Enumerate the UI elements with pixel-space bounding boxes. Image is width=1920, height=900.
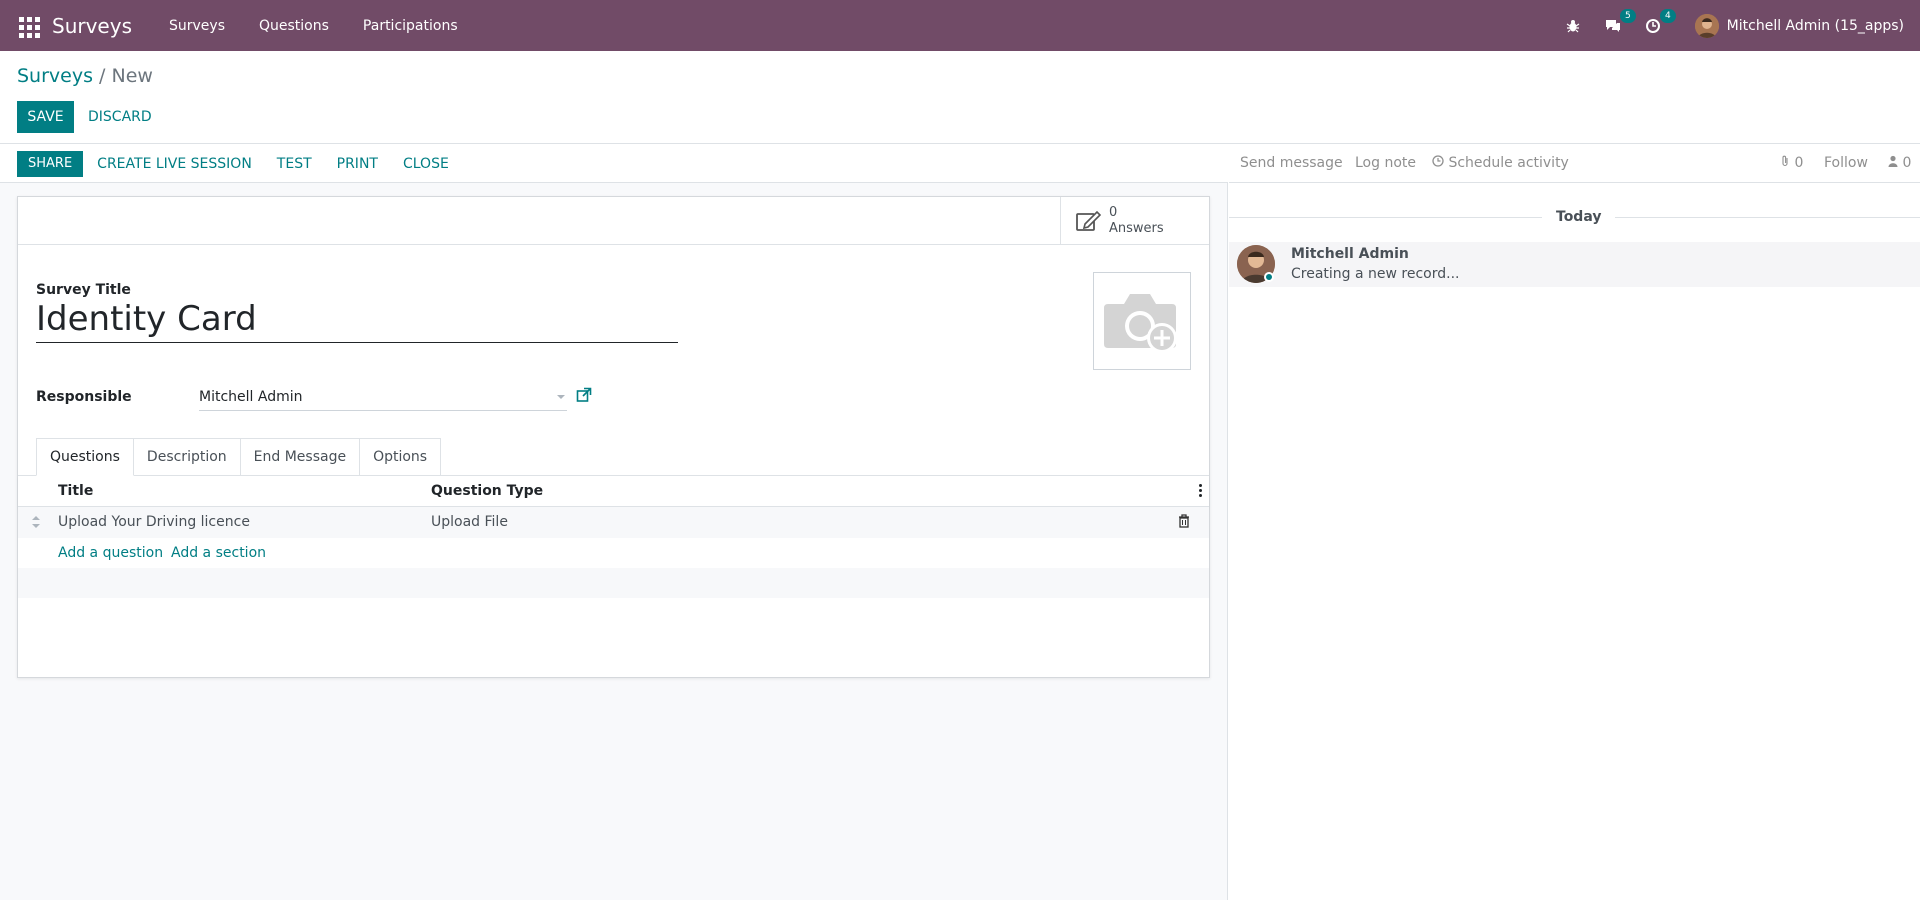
- form-sheet: 0 Answers Survey Title Identity Card Res…: [17, 196, 1210, 678]
- user-icon: [1888, 155, 1898, 167]
- date-separator-label: Today: [1542, 209, 1616, 225]
- question-type[interactable]: Upload File: [431, 514, 508, 530]
- optional-columns-icon[interactable]: [1199, 484, 1203, 497]
- user-avatar: [1694, 13, 1719, 38]
- send-message-button[interactable]: Send message: [1240, 155, 1343, 171]
- message-body: Creating a new record...: [1291, 266, 1460, 282]
- activities-clock-icon[interactable]: 4: [1644, 8, 1676, 35]
- chatter-message: Mitchell Admin Creating a new record...: [1229, 242, 1920, 287]
- create-live-session-button[interactable]: CREATE LIVE SESSION: [97, 156, 252, 172]
- discard-button[interactable]: DISCARD: [88, 109, 152, 125]
- activities-badge: 4: [1659, 8, 1676, 23]
- form-view: SHARE CREATE LIVE SESSION TEST PRINT CLO…: [0, 145, 1228, 900]
- drag-handle-icon[interactable]: [31, 516, 41, 528]
- breadcrumb-current: New: [111, 65, 153, 87]
- top-navbar: Surveys Surveys Questions Participations…: [0, 0, 1920, 51]
- table-row[interactable]: Upload Your Driving licence Upload File: [18, 507, 1209, 538]
- messages-badge: 5: [1619, 8, 1636, 23]
- answers-label: Answers: [1109, 221, 1164, 236]
- add-line-row: Add a question Add a section: [18, 538, 1209, 568]
- save-button[interactable]: SAVE: [17, 101, 74, 133]
- messages-icon[interactable]: 5: [1604, 8, 1636, 35]
- breadcrumb-separator: /: [99, 65, 106, 87]
- add-question-link[interactable]: Add a question: [58, 545, 163, 561]
- menu-participations[interactable]: Participations: [363, 18, 458, 34]
- apps-menu-icon[interactable]: [16, 14, 40, 38]
- followers-count: 0: [1902, 155, 1912, 171]
- tab-options[interactable]: Options: [360, 438, 442, 476]
- edit-icon: [1076, 210, 1101, 231]
- close-button[interactable]: CLOSE: [403, 156, 449, 172]
- notebook-tabs: Questions Description End Message Option…: [36, 438, 442, 476]
- schedule-activity-button[interactable]: Schedule activity: [1432, 155, 1569, 171]
- tab-questions[interactable]: Questions: [36, 438, 134, 476]
- image-upload[interactable]: [1093, 272, 1191, 370]
- debug-bug-icon[interactable]: [1564, 17, 1582, 35]
- column-question-type[interactable]: Question Type: [431, 483, 543, 499]
- column-title[interactable]: Title: [58, 483, 93, 499]
- responsible-label: Responsible: [36, 389, 132, 405]
- clock-icon: [1432, 155, 1444, 167]
- breadcrumb: Surveys / New: [17, 65, 153, 87]
- question-title[interactable]: Upload Your Driving licence: [58, 514, 250, 530]
- breadcrumb-surveys-link[interactable]: Surveys: [17, 65, 93, 87]
- print-button[interactable]: PRINT: [337, 156, 378, 172]
- answers-stat-button[interactable]: 0 Answers: [1060, 197, 1209, 245]
- smart-button-box: 0 Answers: [18, 197, 1209, 245]
- share-button[interactable]: SHARE: [17, 150, 84, 177]
- responsible-value: Mitchell Admin: [199, 389, 303, 405]
- external-link-icon[interactable]: [576, 387, 592, 403]
- log-note-button[interactable]: Log note: [1355, 155, 1416, 171]
- test-button[interactable]: TEST: [277, 156, 312, 172]
- app-brand[interactable]: Surveys: [52, 14, 132, 38]
- chatter-panel: Send message Log note Schedule activity …: [1229, 145, 1920, 900]
- questions-list-header: Title Question Type: [18, 476, 1209, 507]
- attachments-count: 0: [1794, 155, 1804, 171]
- chevron-down-icon: [557, 395, 565, 399]
- date-separator: Today: [1229, 207, 1920, 227]
- paperclip-icon: [1782, 155, 1788, 167]
- followers-button[interactable]: 0: [1888, 155, 1911, 171]
- trash-icon[interactable]: [1178, 514, 1190, 528]
- message-author[interactable]: Mitchell Admin: [1291, 246, 1409, 262]
- tab-end-message[interactable]: End Message: [240, 438, 361, 476]
- menu-surveys[interactable]: Surveys: [169, 18, 225, 34]
- menu-questions[interactable]: Questions: [259, 18, 329, 34]
- user-menu[interactable]: Mitchell Admin (15_apps): [1694, 13, 1904, 38]
- schedule-activity-label: Schedule activity: [1448, 155, 1569, 171]
- online-status-dot: [1264, 272, 1274, 282]
- answers-count: 0: [1109, 205, 1118, 220]
- camera-plus-icon: [1104, 294, 1177, 353]
- follow-button[interactable]: Follow: [1824, 155, 1868, 171]
- responsible-select[interactable]: Mitchell Admin: [199, 385, 567, 411]
- tab-description[interactable]: Description: [133, 438, 241, 476]
- add-section-link[interactable]: Add a section: [171, 545, 266, 561]
- survey-title-input[interactable]: Identity Card: [36, 295, 678, 343]
- user-name: Mitchell Admin (15_apps): [1726, 17, 1904, 34]
- control-panel: Surveys / New SAVE DISCARD: [0, 51, 1920, 144]
- attachments-button[interactable]: 0: [1780, 155, 1803, 171]
- form-statusbar: SHARE CREATE LIVE SESSION TEST PRINT CLO…: [0, 145, 1228, 183]
- chatter-topbar: Send message Log note Schedule activity …: [1229, 145, 1920, 183]
- empty-list-row: [18, 568, 1209, 598]
